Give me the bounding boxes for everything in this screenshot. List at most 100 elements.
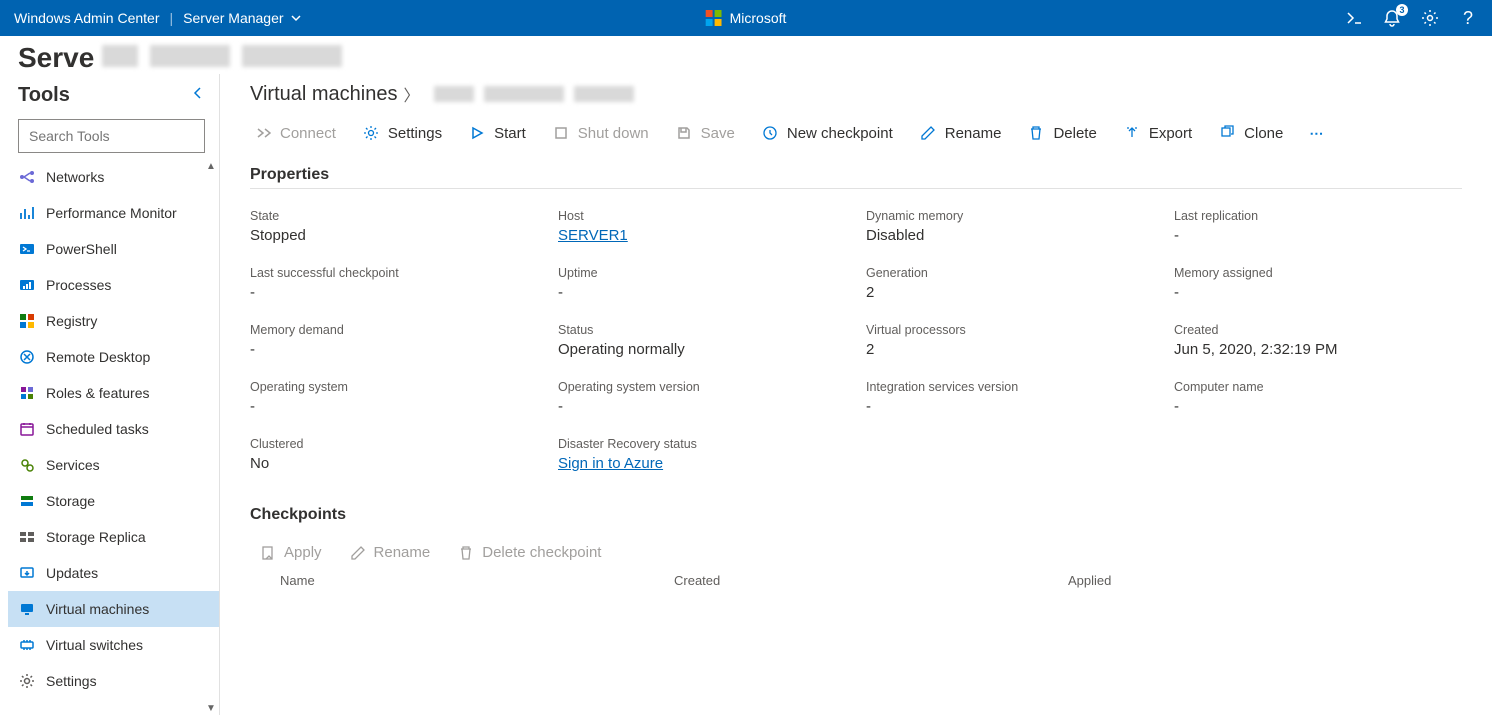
- new-checkpoint-button[interactable]: New checkpoint: [761, 124, 893, 142]
- divider: |: [170, 10, 174, 26]
- apply-checkpoint-button[interactable]: Apply: [260, 544, 322, 561]
- play-icon: [468, 124, 486, 142]
- tool-storage-replica[interactable]: Storage Replica: [8, 519, 219, 555]
- prop-dynamic-memory: Dynamic memoryDisabled: [866, 209, 1154, 244]
- tool-list[interactable]: ▲ Networks Performance Monitor PowerShel…: [0, 159, 219, 715]
- prop-memory-assigned: Memory assigned-: [1174, 266, 1462, 301]
- top-bar: Windows Admin Center | Server Manager Mi…: [0, 0, 1492, 36]
- tool-performance-monitor[interactable]: Performance Monitor: [8, 195, 219, 231]
- collapse-sidebar-button[interactable]: [191, 86, 205, 105]
- rename-button[interactable]: Rename: [919, 124, 1002, 142]
- save-button[interactable]: Save: [675, 124, 735, 142]
- tool-label: Settings: [46, 673, 97, 689]
- prop-computer-name: Computer name-: [1174, 380, 1462, 415]
- virtual-switches-icon: [18, 636, 36, 654]
- redacted-text: [242, 45, 342, 67]
- prop-virtual-processors: Virtual processors2: [866, 323, 1154, 358]
- tool-label: Updates: [46, 565, 98, 581]
- action-bar: Connect Settings Start Shut down Save Ne…: [250, 124, 1462, 156]
- tool-label: Storage Replica: [46, 529, 146, 545]
- tool-storage[interactable]: Storage: [8, 483, 219, 519]
- tool-powershell[interactable]: PowerShell: [8, 231, 219, 267]
- delete-button[interactable]: Delete: [1027, 124, 1096, 142]
- remote-desktop-icon: [18, 348, 36, 366]
- brand: Microsoft: [706, 10, 787, 26]
- clock-icon: [761, 124, 779, 142]
- processes-icon: [18, 276, 36, 294]
- prop-last-checkpoint: Last successful checkpoint-: [250, 266, 538, 301]
- tool-label: Services: [46, 457, 100, 473]
- prop-os-version: Operating system version-: [558, 380, 846, 415]
- server-name-heading: Serve: [18, 42, 342, 74]
- rename-checkpoint-button[interactable]: Rename: [350, 544, 431, 561]
- tool-services[interactable]: Services: [8, 447, 219, 483]
- search-tools-input[interactable]: [27, 127, 212, 145]
- start-button[interactable]: Start: [468, 124, 526, 142]
- microsoft-logo-icon: [706, 10, 722, 26]
- brand-label: Microsoft: [730, 10, 787, 26]
- connect-icon: [254, 124, 272, 142]
- export-button[interactable]: Export: [1123, 124, 1192, 142]
- tool-roles-features[interactable]: Roles & features: [8, 375, 219, 411]
- export-icon: [1123, 124, 1141, 142]
- checkpoint-toolbar: Apply Rename Delete checkpoint: [250, 532, 1462, 567]
- search-tools-box[interactable]: [18, 119, 205, 153]
- tool-label: Networks: [46, 169, 104, 185]
- more-actions-button[interactable]: ⋯: [1309, 125, 1325, 142]
- tool-registry[interactable]: Registry: [8, 303, 219, 339]
- gear-icon: [362, 124, 380, 142]
- redacted-text: [434, 86, 474, 102]
- redacted-text: [102, 45, 138, 67]
- page-header: Serve: [0, 36, 1492, 74]
- tool-label: Processes: [46, 277, 111, 293]
- storage-icon: [18, 492, 36, 510]
- prop-status: StatusOperating normally: [558, 323, 846, 358]
- settings-button[interactable]: Settings: [362, 124, 442, 142]
- clone-button[interactable]: Clone: [1218, 124, 1283, 142]
- tool-updates[interactable]: Updates: [8, 555, 219, 591]
- notifications-button[interactable]: 3: [1382, 8, 1402, 28]
- tool-virtual-machines[interactable]: Virtual machines: [8, 591, 219, 627]
- save-icon: [675, 124, 693, 142]
- tool-remote-desktop[interactable]: Remote Desktop: [8, 339, 219, 375]
- powershell-console-button[interactable]: [1344, 8, 1364, 28]
- prop-uptime: Uptime-: [558, 266, 846, 301]
- settings-button[interactable]: [1420, 8, 1440, 28]
- prop-generation: Generation2: [866, 266, 1154, 301]
- delete-checkpoint-button[interactable]: Delete checkpoint: [458, 544, 601, 561]
- prop-os: Operating system-: [250, 380, 538, 415]
- tool-networks[interactable]: Networks: [8, 159, 219, 195]
- help-button[interactable]: ?: [1458, 8, 1478, 28]
- scroll-up-arrow[interactable]: ▲: [206, 161, 216, 171]
- chevron-down-icon: [290, 12, 302, 24]
- tool-virtual-switches[interactable]: Virtual switches: [8, 627, 219, 663]
- tool-processes[interactable]: Processes: [8, 267, 219, 303]
- tool-scheduled-tasks[interactable]: Scheduled tasks: [8, 411, 219, 447]
- col-created[interactable]: Created: [674, 573, 1068, 588]
- pencil-icon: [919, 124, 937, 142]
- apply-icon: [260, 545, 276, 561]
- pencil-icon: [350, 545, 366, 561]
- connect-button[interactable]: Connect: [254, 124, 336, 142]
- storage-replica-icon: [18, 528, 36, 546]
- trash-icon: [1027, 124, 1045, 142]
- tool-label: Registry: [46, 313, 97, 329]
- tool-settings[interactable]: Settings: [8, 663, 219, 699]
- app-title[interactable]: Windows Admin Center: [14, 10, 160, 26]
- shutdown-button[interactable]: Shut down: [552, 124, 649, 142]
- clone-icon: [1218, 124, 1236, 142]
- col-name[interactable]: Name: [280, 573, 674, 588]
- tools-heading: Tools: [18, 84, 191, 107]
- breadcrumb-root[interactable]: Virtual machines: [250, 83, 397, 106]
- properties-grid: StateStopped HostSERVER1 Dynamic memoryD…: [250, 193, 1462, 496]
- col-applied[interactable]: Applied: [1068, 573, 1462, 588]
- services-icon: [18, 456, 36, 474]
- tool-label: Roles & features: [46, 385, 150, 401]
- prop-integration-version: Integration services version-: [866, 380, 1154, 415]
- context-dropdown[interactable]: Server Manager: [183, 10, 301, 26]
- scroll-down-arrow[interactable]: ▼: [206, 703, 216, 713]
- checkpoints-heading: Checkpoints: [250, 506, 1462, 528]
- tool-label: Virtual switches: [46, 637, 143, 653]
- prop-last-replication: Last replication-: [1174, 209, 1462, 244]
- breadcrumb: Virtual machines 〉: [250, 82, 1462, 106]
